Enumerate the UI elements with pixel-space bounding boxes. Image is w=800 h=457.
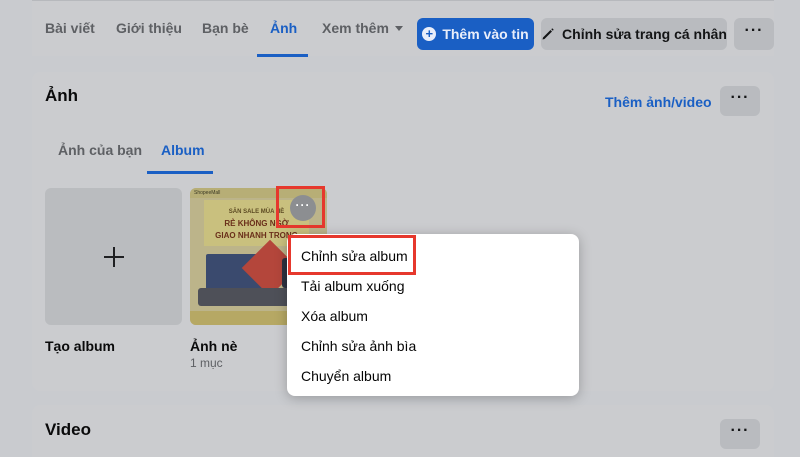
active-subtab-indicator: [147, 171, 213, 174]
add-to-story-button[interactable]: + Thêm vào tin: [417, 18, 534, 50]
plus-icon: [103, 246, 124, 267]
video-section: Video ···: [32, 405, 774, 457]
highlight-album-more: [276, 186, 325, 228]
album-name[interactable]: Ảnh nè: [190, 338, 237, 354]
more-dots-icon: ···: [730, 422, 750, 439]
profile-nav: Bài viết Giới thiệu Bạn bè Ảnh Xem thêm …: [32, 0, 774, 57]
photos-more-button[interactable]: ···: [720, 86, 760, 116]
video-more-button[interactable]: ···: [720, 419, 760, 449]
edit-profile-label: Chỉnh sửa trang cá nhân: [562, 26, 727, 42]
subtab-your-photos[interactable]: Ảnh của bạn: [58, 142, 142, 158]
photos-title: Ảnh: [45, 86, 79, 105]
tab-posts[interactable]: Bài viết: [45, 20, 95, 36]
menu-download-album[interactable]: Tải album xuống: [301, 278, 405, 294]
plus-circle-icon: +: [422, 27, 437, 41]
profile-more-button[interactable]: ···: [734, 18, 774, 50]
pencil-icon: [542, 28, 554, 40]
caret-down-icon: [394, 26, 403, 31]
edit-profile-button[interactable]: Chỉnh sửa trang cá nhân: [541, 18, 727, 50]
tab-friends[interactable]: Bạn bè: [202, 20, 249, 36]
menu-delete-album[interactable]: Xóa album: [301, 308, 368, 324]
highlight-edit-album: [288, 235, 416, 275]
tab-more[interactable]: Xem thêm: [322, 20, 403, 36]
album-item-count: 1 mục: [190, 356, 223, 370]
menu-edit-cover-photo[interactable]: Chỉnh sửa ảnh bìa: [301, 338, 416, 354]
add-photos-link[interactable]: Thêm ảnh/video: [605, 94, 712, 110]
add-to-story-label: Thêm vào tin: [442, 26, 529, 42]
cover-logo: ShopeeMall: [194, 190, 221, 196]
more-dots-icon: ···: [730, 89, 750, 106]
tab-about[interactable]: Giới thiệu: [116, 20, 182, 36]
video-title: Video: [45, 420, 91, 439]
tab-more-label: Xem thêm: [322, 20, 389, 36]
create-album-label[interactable]: Tạo album: [45, 338, 115, 354]
create-album-tile[interactable]: [45, 188, 182, 325]
menu-move-album[interactable]: Chuyển album: [301, 368, 391, 384]
active-tab-indicator: [257, 54, 308, 57]
more-dots-icon: ···: [744, 22, 764, 39]
tab-photos[interactable]: Ảnh: [270, 20, 297, 36]
subtab-albums[interactable]: Album: [161, 142, 205, 158]
